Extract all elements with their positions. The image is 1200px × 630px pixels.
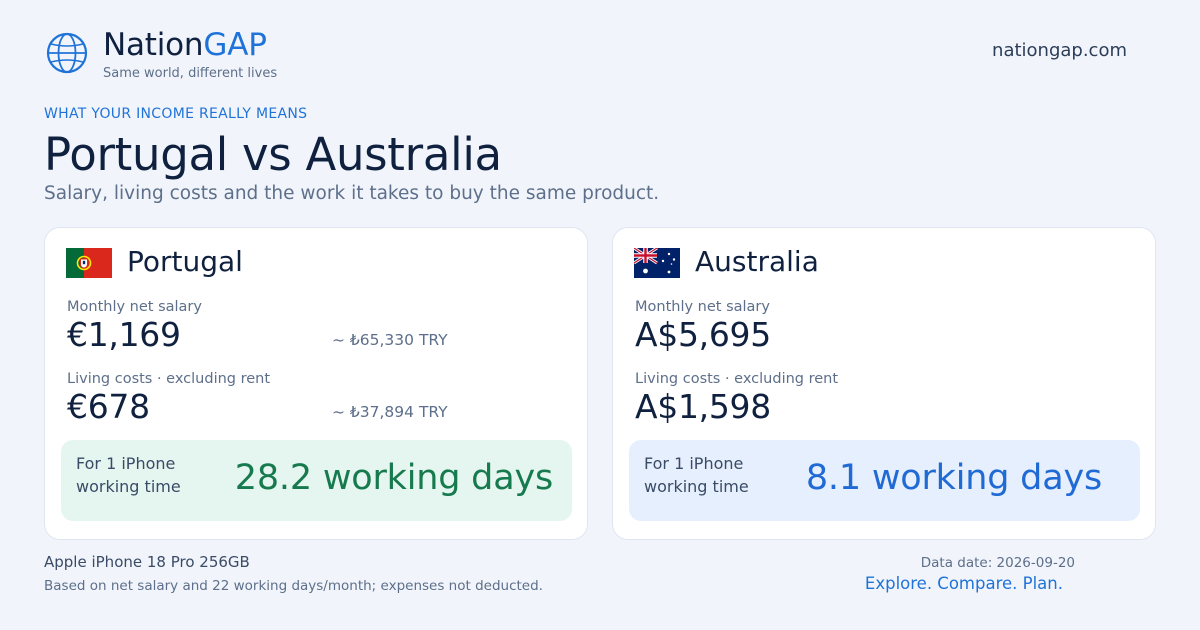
salary-value: €1,169 xyxy=(67,315,181,354)
salary-label: Monthly net salary xyxy=(67,299,202,315)
working-time-value: 28.2 working days xyxy=(234,458,553,498)
country-card-australia: Australia Monthly net salary A$5,695 Liv… xyxy=(612,227,1156,540)
salary-label: Monthly net salary xyxy=(635,299,770,315)
costs-value: €678 xyxy=(67,387,150,426)
salary-converted: ~ ₺65,330 TRY xyxy=(332,331,448,349)
salary-value: A$5,695 xyxy=(635,315,771,354)
product-name: Apple iPhone 18 Pro 256GB xyxy=(44,553,250,571)
costs-converted: ~ ₺37,894 TRY xyxy=(332,403,448,421)
australia-flag-icon xyxy=(634,248,680,278)
working-time-label-line2: working time xyxy=(76,477,181,496)
page-subtitle: Salary, living costs and the work it tak… xyxy=(44,183,660,204)
country-card-portugal: Portugal Monthly net salary €1,169 ~ ₺65… xyxy=(44,227,588,540)
explore-link[interactable]: Explore. Compare. Plan. xyxy=(865,574,1063,593)
page-title: Portugal vs Australia xyxy=(44,128,502,181)
costs-label: Living costs · excluding rent xyxy=(67,371,271,387)
working-time-label-line2: working time xyxy=(644,477,749,496)
costs-value: A$1,598 xyxy=(635,387,771,426)
costs-label: Living costs · excluding rent xyxy=(635,371,839,387)
working-time-label-line1: For 1 iPhone xyxy=(644,454,744,473)
brand-name-part1: Nation xyxy=(103,27,204,63)
working-time-label: For 1 iPhone working time xyxy=(644,452,749,498)
portugal-flag-icon xyxy=(66,248,112,278)
working-time-label: For 1 iPhone working time xyxy=(76,452,181,498)
working-time-panel: For 1 iPhone working time 8.1 working da… xyxy=(629,440,1140,521)
country-name: Australia xyxy=(695,245,819,278)
working-time-label-line1: For 1 iPhone xyxy=(76,454,176,473)
country-name: Portugal xyxy=(127,245,243,278)
data-date: Data date: 2026-09-20 xyxy=(920,555,1075,571)
brand-name-part2: GAP xyxy=(203,27,267,63)
working-time-panel: For 1 iPhone working time 28.2 working d… xyxy=(61,440,572,521)
brand-name[interactable]: NationGAP xyxy=(103,27,267,63)
site-domain-link[interactable]: nationgap.com xyxy=(992,40,1127,61)
globe-icon xyxy=(46,32,88,74)
methodology-note: Based on net salary and 22 working days/… xyxy=(44,578,543,594)
share-card: NationGAP Same world, different lives na… xyxy=(0,0,1200,630)
brand-tagline: Same world, different lives xyxy=(103,66,278,81)
eyebrow-label: WHAT YOUR INCOME REALLY MEANS xyxy=(44,106,308,122)
working-time-value: 8.1 working days xyxy=(805,458,1102,498)
